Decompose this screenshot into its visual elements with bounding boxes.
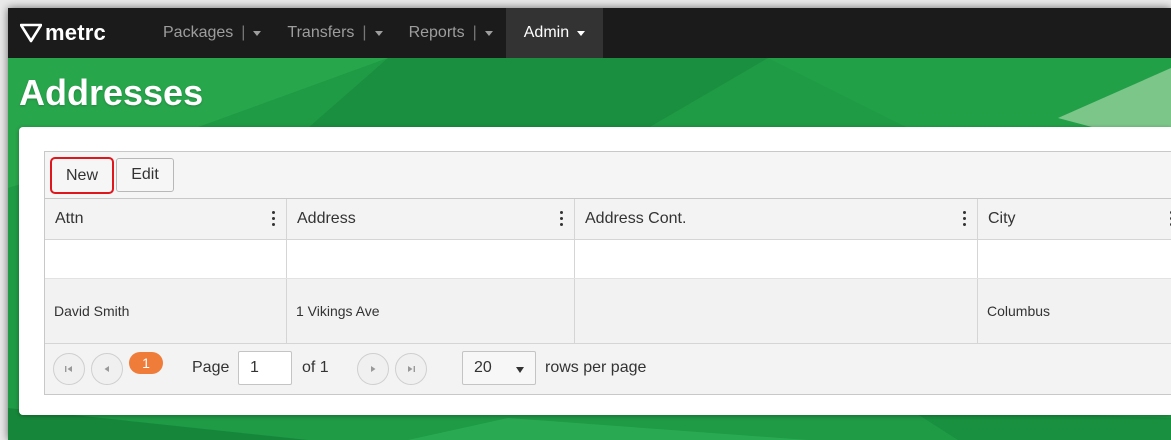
brand-logo[interactable]: metrc (20, 20, 150, 46)
nav-separator: | (241, 24, 246, 41)
nav-packages-label: Packages (163, 24, 234, 41)
cell-address: 1 Vikings Ave (287, 279, 575, 343)
content-panel: New Edit Attn Address Address Cont. City (19, 127, 1171, 415)
nav-separator: | (472, 24, 477, 41)
nav-reports[interactable]: Reports | (396, 8, 506, 58)
nav-reports-label: Reports (408, 24, 465, 41)
nav-transfers-label: Transfers (287, 24, 355, 41)
rows-per-page-label: rows per page (545, 359, 647, 376)
column-menu-icon[interactable] (963, 209, 967, 229)
top-navbar: metrc Packages | Transfers | Reports | A… (8, 8, 1171, 58)
column-header-label: Attn (55, 210, 84, 227)
column-menu-icon[interactable] (272, 209, 276, 229)
page-count-label: of 1 (302, 359, 329, 376)
chevron-down-icon (253, 30, 262, 36)
cell-attn: David Smith (45, 279, 287, 343)
grid-header: Attn Address Address Cont. City (45, 199, 1171, 240)
page-number-input[interactable] (238, 351, 292, 385)
cell-city: Columbus (987, 303, 1051, 319)
filter-cell-attn[interactable] (45, 240, 287, 278)
chevron-down-icon (484, 30, 493, 36)
chevron-down-icon (516, 367, 524, 373)
filter-cell-address[interactable] (287, 240, 575, 278)
addresses-grid: New Edit Attn Address Address Cont. City (44, 151, 1171, 395)
filter-cell-city[interactable] (978, 240, 1171, 278)
nav-admin[interactable]: Admin (505, 8, 604, 58)
new-button[interactable]: New (50, 157, 114, 194)
filter-cell-address-cont[interactable] (575, 240, 978, 278)
page-title: Addresses (19, 72, 204, 113)
brand-name: metrc (45, 20, 106, 45)
nav-separator: | (362, 24, 367, 41)
column-header-address[interactable]: Address (287, 199, 575, 239)
column-header-city[interactable]: City (978, 199, 1171, 239)
nav-admin-label: Admin (523, 24, 570, 41)
column-header-label: City (988, 210, 1016, 227)
column-header-attn[interactable]: Attn (45, 199, 287, 239)
cell-address-cont (575, 279, 978, 343)
chevron-down-icon (577, 30, 586, 36)
app-window: metrc Packages | Transfers | Reports | A… (8, 8, 1171, 440)
nav-transfers[interactable]: Transfers | (274, 8, 395, 58)
edit-button[interactable]: Edit (116, 158, 174, 192)
metrc-logo-icon (20, 23, 42, 43)
last-page-icon[interactable] (395, 353, 427, 385)
column-header-label: Address Cont. (585, 210, 687, 227)
rows-per-page-value: 20 (474, 359, 492, 376)
next-page-icon[interactable] (357, 353, 389, 385)
column-header-label: Address (297, 210, 356, 227)
current-page-badge[interactable]: 1 (129, 352, 163, 374)
column-header-address-cont[interactable]: Address Cont. (575, 199, 978, 239)
filter-row (45, 240, 1171, 279)
pager: 1 Page of 1 20 rows per page (45, 344, 1171, 394)
table-row[interactable]: David Smith 1 Vikings Ave Columbus (45, 279, 1171, 344)
prev-page-icon[interactable] (91, 353, 123, 385)
column-menu-icon[interactable] (560, 209, 564, 229)
chevron-down-icon (374, 30, 383, 36)
grid-toolbar: New Edit (45, 152, 1171, 199)
page-label: Page (192, 359, 230, 376)
nav-packages[interactable]: Packages | (150, 8, 274, 58)
first-page-icon[interactable] (53, 353, 85, 385)
rows-per-page-select[interactable]: 20 (462, 351, 536, 385)
